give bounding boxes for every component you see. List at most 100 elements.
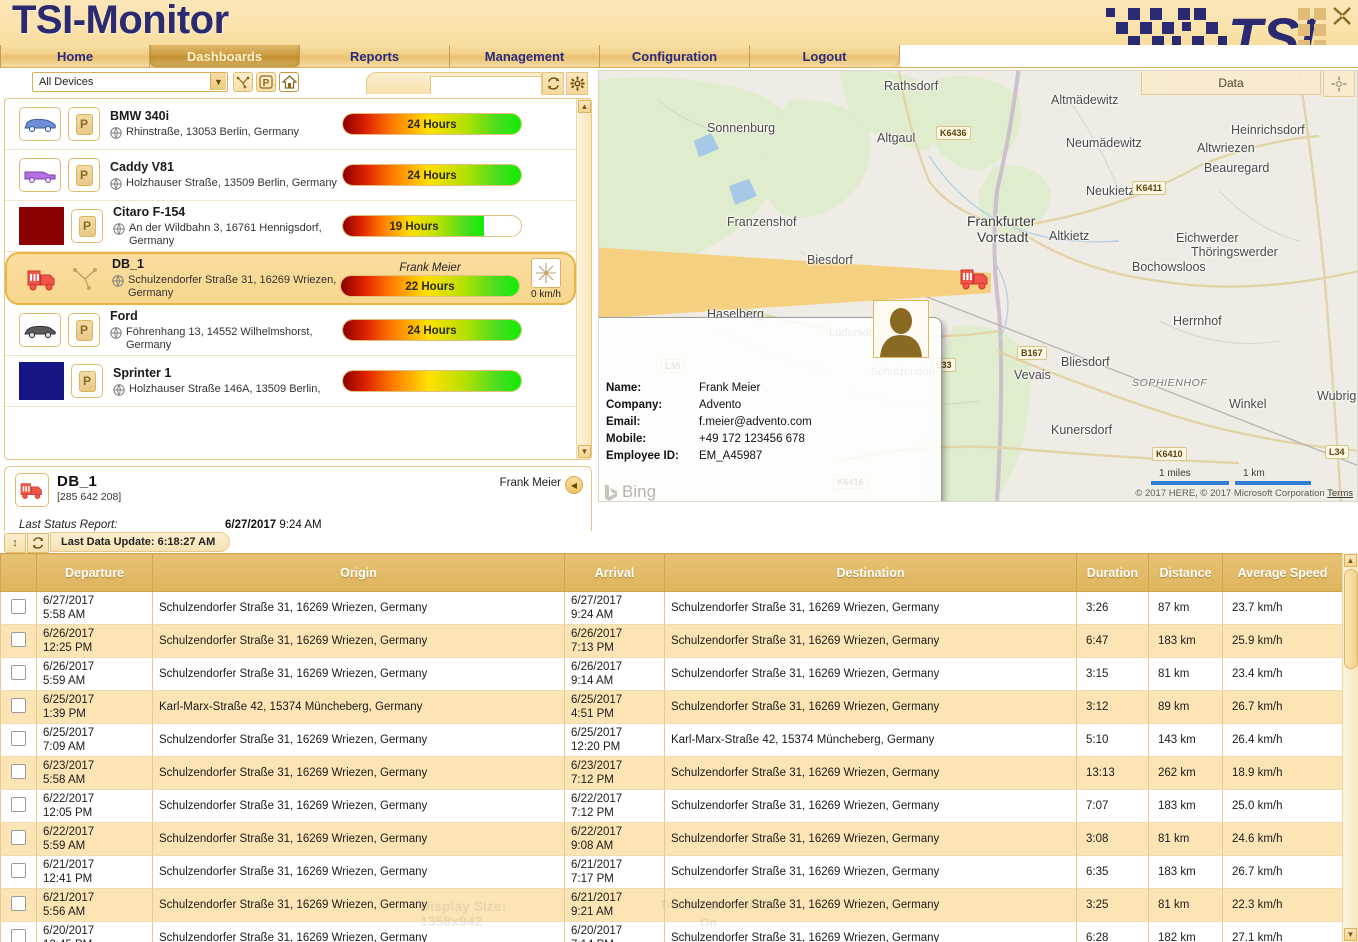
col-origin[interactable]: Origin [152, 553, 565, 592]
row-checkbox-cell[interactable] [0, 690, 37, 724]
col-average-speed[interactable]: Average Speed [1222, 553, 1343, 592]
route-icon[interactable] [233, 72, 253, 92]
table-row[interactable]: 6/22/2017 5:59 AM Schulzendorfer Straße 3… [0, 822, 1343, 856]
row-checkbox[interactable] [11, 863, 26, 878]
table-row[interactable]: 6/20/201712:45 PM Schulzendorfer Straße … [0, 921, 1343, 942]
table-refresh-icon[interactable] [27, 533, 49, 553]
device-row-db-1[interactable]: DB_1 Schulzendorfer Straße 31, 16269 Wri… [5, 252, 576, 305]
table-scrollbar[interactable]: ▲ ▼ [1342, 553, 1358, 942]
refresh-icon[interactable] [542, 72, 564, 95]
map-terms-link[interactable]: Terms [1327, 488, 1353, 499]
table-row[interactable]: 6/26/2017 12:25 PM Schulzendorfer Straße … [0, 624, 1343, 658]
cell-destination: Schulzendorfer Straße 31, 16269 Wriezen,… [664, 888, 1077, 922]
cell-avg-speed: 18.9 km/h [1222, 756, 1343, 790]
parking-badge: P [68, 158, 100, 192]
device-address: Holzhauser Straße, 13509 Berlin, Germany [126, 177, 337, 189]
detail-device-id: [285 642 208] [57, 491, 122, 503]
table-row[interactable]: 6/25/2017 1:39 PM Karl-Marx-Straße 42, 15… [0, 690, 1343, 724]
cell-departure: 6/21/2017 5:56 AM [36, 888, 153, 922]
map-settings-gear-icon[interactable] [1323, 71, 1355, 97]
scroll-down-icon[interactable]: ▼ [578, 445, 591, 458]
chevron-down-icon[interactable]: ▼ [210, 73, 226, 90]
globe-icon [110, 326, 122, 339]
cell-departure: 6/21/2017 12:41 PM [36, 855, 153, 889]
nav-item-dashboards[interactable]: Dashboards [150, 45, 300, 67]
device-info: BMW 340i Rhinstraße, 13053 Berlin, Germa… [110, 109, 342, 139]
nav-item-management[interactable]: Management [450, 45, 600, 67]
map-data-tab[interactable]: Data [1141, 71, 1321, 95]
device-row-caddy-v81[interactable]: P Caddy V81 Holzhauser Straße, 13509 Ber… [5, 150, 576, 201]
col-departure[interactable]: Departure [36, 553, 153, 592]
table-row[interactable]: 6/21/2017 5:56 AM Schulzendorfer Straße 3… [0, 888, 1343, 922]
row-checkbox[interactable] [11, 764, 26, 779]
app-header: TSI-Monitor TSI [0, 0, 1358, 66]
cell-duration: 3:12 [1076, 690, 1149, 724]
cell-distance: 81 km [1148, 657, 1223, 691]
cell-departure: 6/23/2017 5:58 AM [36, 756, 153, 790]
table-row[interactable]: 6/25/2017 7:09 AM Schulzendorfer Straße 3… [0, 723, 1343, 757]
nav-item-configuration[interactable]: Configuration [600, 45, 750, 67]
gear-icon[interactable] [566, 72, 588, 95]
col-destination[interactable]: Destination [664, 553, 1077, 592]
table-row[interactable]: 6/27/2017 5:58 AM Schulzendorfer Straße 3… [0, 591, 1343, 625]
table-row[interactable]: 6/26/2017 5:59 AM Schulzendorfer Straße 3… [0, 657, 1343, 691]
cell-avg-speed: 26.7 km/h [1222, 855, 1343, 889]
nav-item-home[interactable]: Home [0, 45, 150, 67]
row-checkbox[interactable] [11, 665, 26, 680]
row-checkbox[interactable] [11, 830, 26, 845]
row-checkbox[interactable] [11, 929, 26, 942]
device-filter-select[interactable]: All Devices [32, 72, 228, 92]
driver-value: +49 172 123456 678 [699, 433, 805, 445]
row-checkbox[interactable] [11, 896, 26, 911]
collapse-icon[interactable]: ◀ [565, 476, 583, 494]
row-checkbox[interactable] [11, 599, 26, 614]
device-row-sprinter-1[interactable]: P Sprinter 1 Holzhauser Straße 146A, 135… [5, 356, 576, 407]
map-panel[interactable]: Rathsdorf Altmädewitz Sonnenburg Altgaul… [598, 70, 1358, 502]
row-checkbox-cell[interactable] [0, 591, 37, 625]
row-checkbox[interactable] [11, 632, 26, 647]
nav-item-reports[interactable]: Reports [300, 45, 450, 67]
device-compass: 0 km/h [526, 257, 566, 300]
row-checkbox-cell[interactable] [0, 756, 37, 790]
driver-row-email: Email: f.meier@advento.com [606, 414, 812, 431]
device-name: Caddy V81 [110, 160, 174, 174]
scroll-up-icon[interactable]: ▲ [578, 100, 591, 113]
row-checkbox-cell[interactable] [0, 921, 37, 942]
col-arrival[interactable]: Arrival [564, 553, 665, 592]
home-icon[interactable] [279, 72, 299, 92]
table-row[interactable]: 6/23/2017 5:58 AM Schulzendorfer Straße 3… [0, 756, 1343, 790]
table-row[interactable]: 6/21/2017 12:41 PM Schulzendorfer Straße … [0, 855, 1343, 889]
nav-item-logout[interactable]: Logout [750, 45, 900, 67]
device-row-bmw-340i[interactable]: P BMW 340i Rhinstraße, 13053 Berlin, Ger… [5, 99, 576, 150]
table-scroll-thumb[interactable] [1344, 569, 1358, 669]
sort-icon[interactable]: ↕ [4, 533, 26, 553]
route-icon [70, 262, 102, 296]
table-scroll-up-icon[interactable]: ▲ [1344, 554, 1357, 567]
device-detail-header: DB_1 [285 642 208] Frank Meier ◀ [5, 467, 591, 507]
map-vehicle-marker[interactable] [957, 263, 993, 298]
row-checkbox-cell[interactable] [0, 723, 37, 757]
col-distance[interactable]: Distance [1148, 553, 1223, 592]
col-select[interactable] [0, 553, 37, 592]
driver-value: f.meier@advento.com [699, 416, 812, 428]
table-scroll-down-icon[interactable]: ▼ [1344, 928, 1357, 941]
device-row-citaro-f-154[interactable]: P Citaro F-154 An der Wildbahn 3, 16761 … [5, 201, 576, 252]
table-row[interactable]: 6/22/2017 12:05 PM Schulzendorfer Straße … [0, 789, 1343, 823]
row-checkbox-cell[interactable] [0, 822, 37, 856]
cell-origin: Schulzendorfer Straße 31, 16269 Wriezen,… [152, 888, 565, 922]
device-address: Holzhauser Straße 146A, 13509 Berlin, [129, 383, 321, 395]
row-checkbox[interactable] [11, 731, 26, 746]
col-duration[interactable]: Duration [1076, 553, 1149, 592]
row-checkbox-cell[interactable] [0, 855, 37, 889]
row-checkbox[interactable] [11, 797, 26, 812]
row-checkbox-cell[interactable] [0, 657, 37, 691]
parking-icon[interactable]: P [256, 72, 276, 92]
cell-duration: 7:07 [1076, 789, 1149, 823]
row-checkbox-cell[interactable] [0, 789, 37, 823]
device-row-ford[interactable]: P Ford Föhrenhang 13, 14552 Wilhelmshors… [5, 305, 576, 356]
device-list-scrollbar[interactable]: ▲ ▼ [576, 99, 591, 459]
row-checkbox-cell[interactable] [0, 624, 37, 658]
cell-origin: Schulzendorfer Straße 31, 16269 Wriezen,… [152, 822, 565, 856]
row-checkbox-cell[interactable] [0, 888, 37, 922]
row-checkbox[interactable] [11, 698, 26, 713]
